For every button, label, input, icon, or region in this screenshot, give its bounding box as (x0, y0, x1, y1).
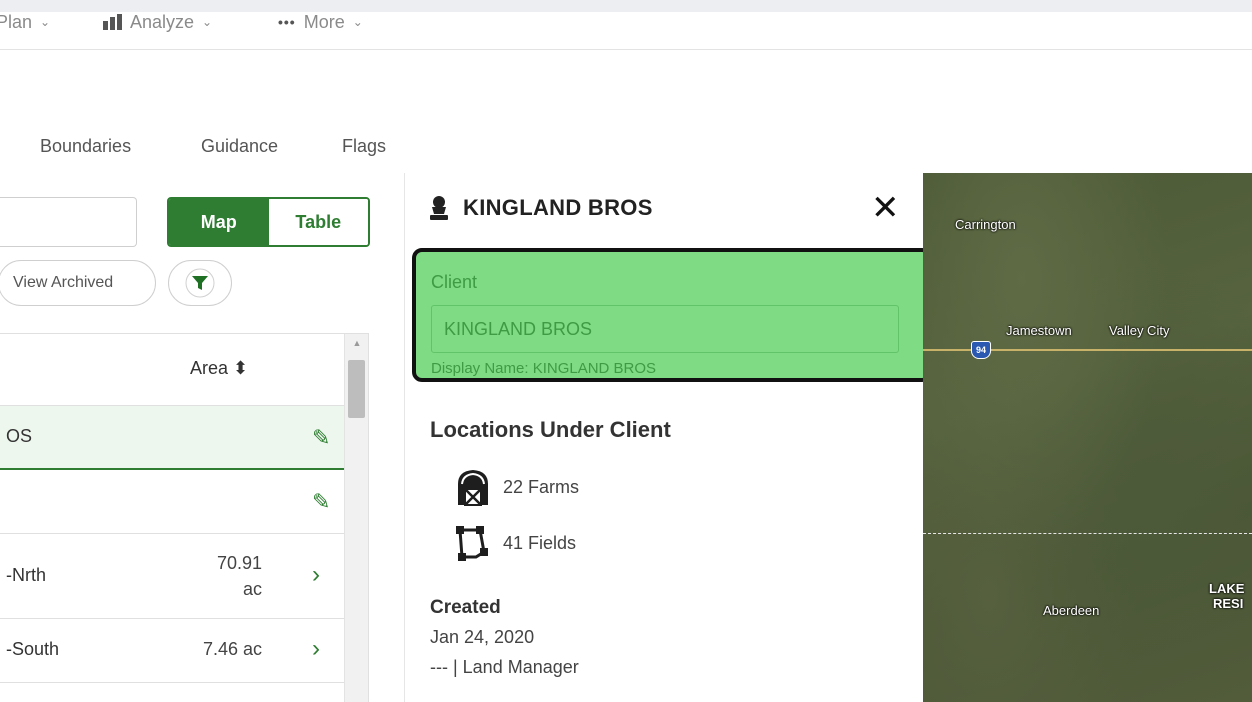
left-panel: Map Table View Archived Area ⬍ OS ✎ ✎ -N… (0, 173, 404, 702)
display-name-hint: Display Name: KINGLAND BROS (431, 360, 657, 377)
client-field-highlight: Client KINGLAND BROS Display Name: KINGL… (412, 248, 932, 382)
map-label-carrington: Carrington (955, 217, 1016, 232)
row-area: 7.46 ac (202, 639, 262, 659)
map-label-lake: LAKE (1209, 581, 1245, 596)
tab-boundaries[interactable]: Boundaries (40, 136, 131, 157)
tab-guidance[interactable]: Guidance (201, 136, 278, 157)
nav-more-menu[interactable]: ••• More ⌄ (278, 10, 363, 34)
table-row[interactable]: OS ✎ (0, 406, 368, 470)
table-header: Area ⬍ (0, 334, 368, 406)
map-label-jamestown: Jamestown (1006, 323, 1072, 338)
chevron-down-icon: ⌄ (202, 15, 213, 29)
row-name: -Nrth (6, 565, 46, 585)
client-name-input[interactable]: KINGLAND BROS (431, 305, 899, 353)
row-name: -South (6, 639, 60, 659)
detail-header: KINGLAND BROS (429, 195, 653, 221)
edit-pencil-icon[interactable]: ✎ (312, 425, 330, 451)
barn-icon (458, 470, 488, 506)
table-view-button[interactable]: Table (268, 199, 368, 245)
records-table: Area ⬍ OS ✎ ✎ -Nrth 70.91 ac › -South 7.… (0, 333, 369, 702)
bar-chart-icon (103, 14, 122, 30)
filter-icon (185, 268, 215, 298)
highway-shield-icon: 94 (971, 341, 991, 359)
map-view-button[interactable]: Map (169, 199, 269, 245)
nav-analyze-label: Analyze (130, 11, 195, 32)
fields-count-item[interactable]: 41 Fields (453, 523, 576, 563)
close-icon[interactable]: ✕ (871, 191, 900, 225)
search-input[interactable] (0, 197, 137, 247)
created-date: Jan 24, 2020 (430, 627, 535, 647)
view-toggle: Map Table (167, 197, 370, 247)
state-border-line (923, 533, 1252, 534)
created-heading: Created (430, 597, 501, 618)
scroll-up-arrow-icon[interactable]: ▲ (345, 338, 368, 348)
detail-title: KINGLAND BROS (463, 195, 653, 220)
top-navigation: Plan ⌄ Analyze ⌄ ••• More ⌄ (0, 12, 1252, 50)
chevron-down-icon: ⌄ (352, 15, 363, 29)
table-scrollbar[interactable]: ▲ (344, 334, 368, 702)
map-label-reservoir: RESI (1213, 596, 1244, 611)
edit-pencil-icon[interactable]: ✎ (312, 489, 330, 515)
satellite-map[interactable]: 94 Carrington Jamestown Valley City Aber… (923, 173, 1252, 702)
more-dots-icon: ••• (278, 14, 296, 30)
row-area: 70.91 ac (216, 553, 262, 599)
table-row[interactable]: -Nrth 70.91 ac › (0, 534, 368, 619)
created-by: --- | Land Manager (430, 657, 579, 677)
field-boundary-icon (456, 526, 488, 561)
map-label-aberdeen: Aberdeen (1043, 603, 1100, 618)
chevron-right-icon[interactable]: › (312, 561, 320, 589)
locations-heading: Locations Under Client (430, 417, 671, 442)
filter-button[interactable] (168, 260, 232, 306)
nav-analyze-menu[interactable]: Analyze ⌄ (103, 10, 212, 34)
chevron-down-icon: ⌄ (40, 15, 51, 29)
row-name: OS (6, 426, 33, 446)
fields-count: 41 Fields (503, 532, 577, 553)
table-row[interactable]: -South 7.46 ac › (0, 619, 368, 683)
nav-more-label: More (303, 11, 345, 32)
farms-count: 22 Farms (503, 476, 580, 497)
map-label-valley-city: Valley City (1109, 323, 1170, 338)
farms-count-item[interactable]: 22 Farms (453, 467, 579, 507)
tab-flags[interactable]: Flags (342, 136, 386, 157)
nav-plan-label: Plan (0, 11, 33, 32)
table-row[interactable]: ✎ (0, 470, 368, 534)
client-person-icon (430, 196, 448, 220)
area-column-header[interactable]: Area ⬍ (190, 358, 248, 379)
scrollbar-thumb[interactable] (348, 360, 365, 418)
client-label: Client (431, 272, 478, 292)
view-archived-button[interactable]: View Archived (0, 260, 156, 306)
client-detail-panel: KINGLAND BROS ✕ Client KINGLAND BROS Dis… (404, 173, 932, 702)
nav-plan-menu[interactable]: Plan ⌄ (0, 10, 51, 34)
chevron-right-icon[interactable]: › (312, 635, 320, 663)
